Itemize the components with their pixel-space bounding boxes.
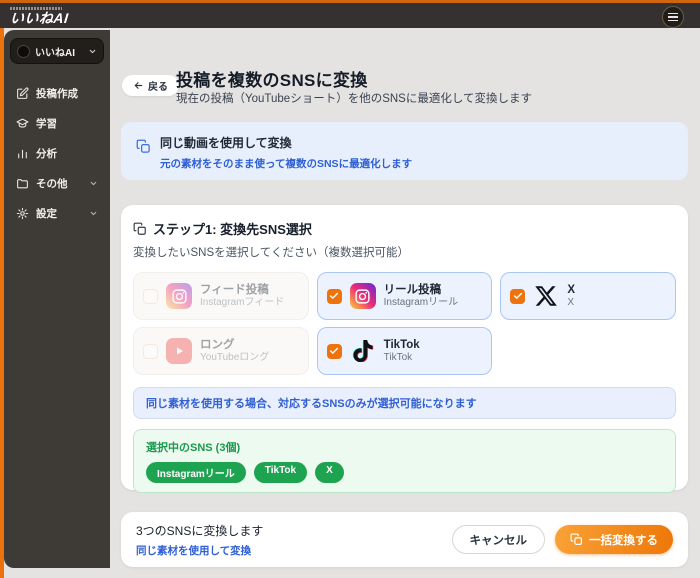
checkbox-checked[interactable] — [327, 344, 342, 359]
sns-option-x[interactable]: X X — [500, 272, 676, 320]
sidebar-item-label: 設定 — [36, 206, 57, 221]
info-banner-subtitle: 元の素材をそのまま使って複数のSNSに最適化します — [160, 156, 412, 171]
conversion-summary: 3つのSNSに変換します — [136, 522, 263, 539]
option-title: ロング — [200, 338, 269, 352]
option-subtitle: Instagramリール — [384, 297, 458, 310]
sns-badge-instagram-reel: Instagramリール — [146, 462, 246, 483]
sidebar-nav: 投稿作成 学習 分析 その他 — [10, 78, 104, 228]
option-title: TikTok — [384, 338, 420, 352]
step1-title: ステップ1: 変換先SNS選択 — [153, 219, 312, 238]
checkbox-unchecked — [143, 344, 158, 359]
sidebar-item-label: 投稿作成 — [36, 86, 78, 101]
sns-option-instagram-reel[interactable]: リール投稿 Instagramリール — [317, 272, 493, 320]
sns-options-grid: フィード投稿 Instagramフィード リー — [133, 272, 676, 375]
back-button[interactable]: 戻る — [122, 75, 179, 96]
x-icon — [533, 283, 559, 309]
workspace-selector[interactable]: いいねAI — [10, 38, 104, 64]
main-content: 戻る 投稿を複数のSNSに変換 現在の投稿（YouTubeショート）を他のSNS… — [120, 28, 700, 578]
option-subtitle: Instagramフィード — [200, 297, 284, 310]
sidebar-item-settings[interactable]: 設定 — [10, 198, 104, 228]
bulk-convert-button[interactable]: 一括変換する — [555, 525, 673, 554]
sidebar-item-label: その他 — [36, 176, 68, 191]
sidebar-item-others[interactable]: その他 — [10, 168, 104, 198]
app-window: いいねAI いいねAI 投稿作成 学習 — [0, 0, 700, 578]
checkbox-checked[interactable] — [327, 289, 342, 304]
option-subtitle: YouTubeロング — [200, 352, 269, 365]
material-note: 同じ素材を使用する場合、対応するSNSのみが選択可能になります — [133, 387, 676, 419]
page-subtitle: 現在の投稿（YouTubeショート）を他のSNSに最適化して変換します — [176, 90, 532, 106]
compose-icon — [16, 87, 29, 100]
info-banner: 同じ動画を使用して変換 元の素材をそのまま使って複数のSNSに最適化します — [121, 122, 688, 180]
selected-sns-label: 選択中のSNS (3個) — [146, 439, 663, 455]
footer-action-bar: 3つのSNSに変換します 同じ素材を使用して変換 キャンセル 一括変換する — [121, 512, 688, 567]
sidebar-item-label: 学習 — [36, 116, 57, 131]
graduation-cap-icon — [16, 117, 29, 130]
bar-chart-icon — [16, 147, 29, 160]
sidebar: いいねAI 投稿作成 学習 分析 — [4, 30, 110, 568]
sidebar-item-learning[interactable]: 学習 — [10, 108, 104, 138]
sns-badge-x: X — [315, 462, 344, 483]
hamburger-menu-button[interactable] — [662, 6, 684, 28]
cancel-button[interactable]: キャンセル — [452, 525, 546, 554]
folder-icon — [16, 177, 29, 190]
workspace-avatar — [17, 45, 30, 58]
chevron-down-icon — [89, 209, 98, 218]
step1-card: ステップ1: 変換先SNS選択 変換したいSNSを選択してください（複数選択可能… — [121, 205, 688, 490]
copy-icon — [133, 222, 147, 236]
chevron-down-icon — [88, 47, 97, 56]
step1-subtitle: 変換したいSNSを選択してください（複数選択可能） — [133, 244, 676, 260]
sns-badge-tiktok: TikTok — [254, 462, 307, 483]
chevron-down-icon — [89, 179, 98, 188]
checkbox-checked[interactable] — [510, 289, 525, 304]
top-bar: いいねAI — [0, 0, 700, 28]
copy-icon — [570, 533, 583, 546]
instagram-icon — [350, 283, 376, 309]
conversion-mode-note: 同じ素材を使用して変換 — [136, 543, 263, 558]
arrow-left-icon — [133, 80, 144, 91]
option-title: リール投稿 — [384, 283, 458, 297]
youtube-icon — [166, 338, 192, 364]
checkbox-unchecked — [143, 289, 158, 304]
page-title: 投稿を複数のSNSに変換 — [176, 66, 368, 91]
selected-sns-summary: 選択中のSNS (3個) Instagramリール TikTok X — [133, 429, 676, 493]
empty-grid-cell — [500, 327, 676, 375]
copy-icon — [136, 139, 151, 171]
tiktok-icon — [350, 338, 376, 364]
option-subtitle: TikTok — [384, 352, 420, 365]
gear-icon — [16, 207, 29, 220]
option-subtitle: X — [567, 297, 575, 310]
workspace-label: いいねAI — [35, 44, 75, 59]
sidebar-item-label: 分析 — [36, 146, 57, 161]
app-logo[interactable]: いいねAI — [10, 7, 69, 25]
option-title: フィード投稿 — [200, 283, 284, 297]
logo-text: いいねAI — [9, 11, 69, 25]
option-title: X — [567, 283, 575, 297]
sidebar-item-analytics[interactable]: 分析 — [10, 138, 104, 168]
sns-option-tiktok[interactable]: TikTok TikTok — [317, 327, 493, 375]
sidebar-item-post-create[interactable]: 投稿作成 — [10, 78, 104, 108]
instagram-icon — [166, 283, 192, 309]
info-banner-title: 同じ動画を使用して変換 — [160, 134, 412, 151]
sns-option-instagram-feed: フィード投稿 Instagramフィード — [133, 272, 309, 320]
sns-option-youtube-long: ロング YouTubeロング — [133, 327, 309, 375]
